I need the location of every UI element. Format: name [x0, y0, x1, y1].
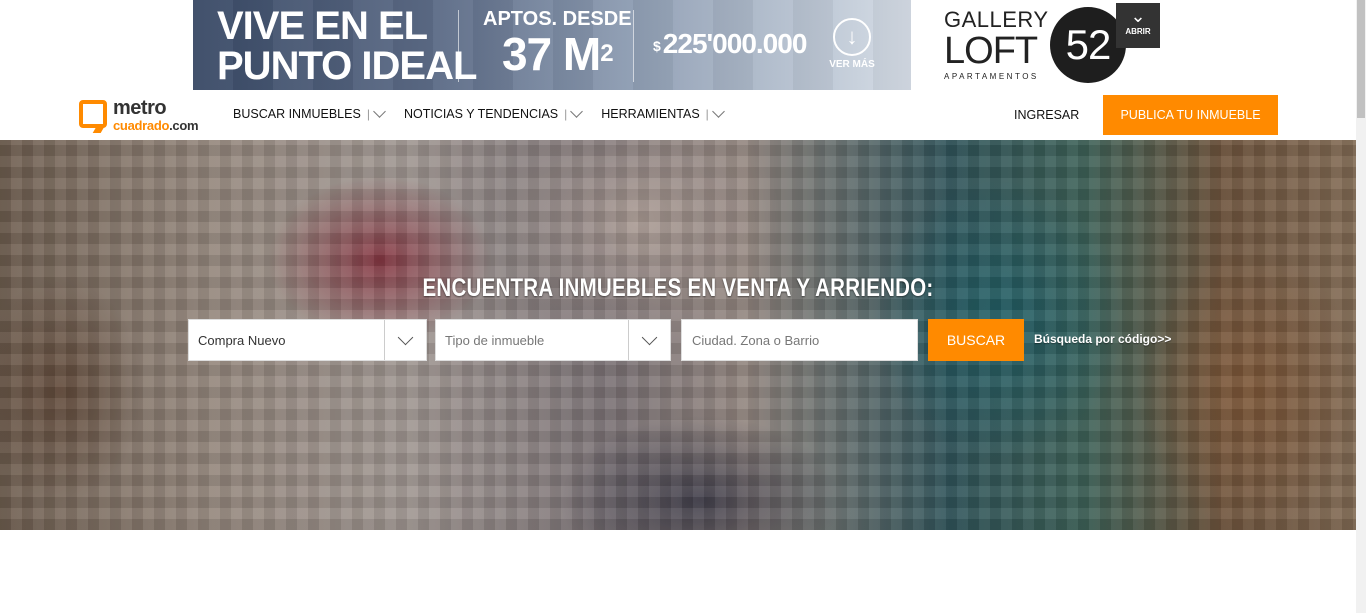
abrir-label: ABRIR: [1125, 27, 1151, 36]
ad-price-currency: $: [653, 37, 661, 54]
ad-price: $225'000.000: [653, 28, 808, 60]
page-scrollbar[interactable]: [1356, 0, 1366, 613]
login-link[interactable]: INGRESAR: [1014, 108, 1079, 122]
gallery-logo-line2: LOFT: [944, 30, 1038, 72]
hero-section: ENCUENTRA INMUEBLES EN VENTA Y ARRIENDO:…: [0, 140, 1356, 530]
chevron-down-icon: [570, 105, 584, 118]
nav-item-herramientas[interactable]: HERRAMIENTAS |: [601, 105, 725, 121]
publish-property-button[interactable]: PUBLICA TU INMUEBLE: [1103, 95, 1278, 135]
chevron-down-icon: [384, 320, 426, 360]
ad-ver-mas-label: VER MÁS: [829, 59, 875, 70]
scrollbar-thumb[interactable]: [1357, 0, 1365, 118]
ad-price-value: 225'000.000: [662, 28, 808, 59]
nav-separator: |: [705, 107, 709, 121]
nav-menu: BUSCAR INMUEBLES | NOTICIAS Y TENDENCIAS…: [233, 105, 743, 121]
logo-line1: metro: [113, 97, 167, 119]
property-type-select[interactable]: Tipo de inmueble: [435, 319, 671, 361]
gallery-logo-line3: APARTAMENTOS: [944, 72, 1039, 81]
search-title: ENCUENTRA INMUEBLES EN VENTA Y ARRIENDO:: [422, 274, 934, 302]
ad-aptos: APTOS. DESDE 37 M2: [483, 8, 632, 78]
nav-item-label: NOTICIAS Y TENDENCIAS: [403, 107, 559, 121]
chevron-down-icon: ⌄: [1130, 6, 1146, 26]
ad-banner[interactable]: VIVE EN EL PUNTO IDEAL APTOS. DESDE 37 M…: [193, 0, 911, 90]
main-navbar: metro cuadrado.com BUSCAR INMUEBLES | NO…: [0, 90, 1356, 140]
nav-separator: |: [366, 107, 370, 121]
operation-select[interactable]: Compra Nuevo: [188, 319, 427, 361]
ad-headline: VIVE EN EL PUNTO IDEAL: [217, 4, 477, 88]
property-type-placeholder: Tipo de inmueble: [445, 332, 545, 348]
nav-item-label: HERRAMIENTAS: [601, 107, 700, 121]
ad-headline-line2: PUNTO IDEAL: [217, 44, 477, 88]
arrow-down-icon: ↓: [833, 18, 871, 56]
ad-aptos-label: APTOS. DESDE: [483, 8, 632, 30]
gallery-logo-line1: GALLERY: [944, 7, 1049, 32]
chevron-down-icon: [628, 320, 670, 360]
ad-aptos-value: 37 M2: [501, 28, 614, 80]
nav-item-noticias-y-tendencias[interactable]: NOTICIAS Y TENDENCIAS |: [403, 105, 584, 121]
abrir-button[interactable]: ⌄ ABRIR: [1116, 3, 1160, 48]
ad-divider: [633, 10, 634, 82]
ad-divider: [458, 10, 459, 82]
nav-separator: |: [564, 107, 568, 121]
page: VIVE EN EL PUNTO IDEAL APTOS. DESDE 37 M…: [0, 0, 1366, 613]
logo-speech-icon: [79, 100, 107, 128]
gallery-number-badge: 52: [1050, 7, 1126, 83]
chevron-down-icon: [711, 105, 725, 118]
nav-item-buscar-inmuebles[interactable]: BUSCAR INMUEBLES |: [233, 105, 386, 121]
search-button[interactable]: BUSCAR: [928, 319, 1024, 361]
nav-item-label: BUSCAR INMUEBLES: [233, 107, 361, 121]
ad-ver-mas-button[interactable]: ↓ VER MÁS: [827, 18, 877, 70]
site-logo[interactable]: metro cuadrado.com: [79, 97, 211, 133]
chevron-down-icon: [373, 105, 386, 118]
operation-select-value: Compra Nuevo: [198, 332, 286, 348]
code-search-link[interactable]: Búsqueda por código>>: [1034, 332, 1171, 346]
gallery-loft-logo[interactable]: GALLERY LOFT APARTAMENTOS: [944, 7, 1049, 82]
ad-headline-line1: VIVE EN EL: [217, 4, 428, 48]
location-search-input[interactable]: [681, 319, 918, 361]
logo-line2: cuadrado.com: [113, 118, 199, 133]
